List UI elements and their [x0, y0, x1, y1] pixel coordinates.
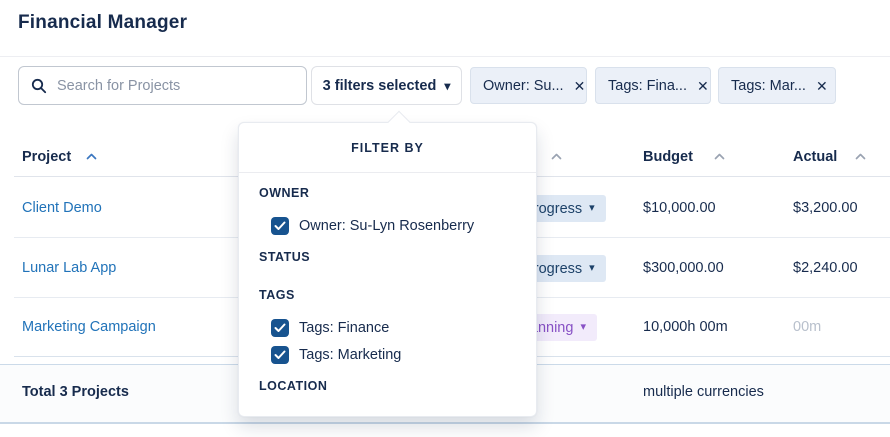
- filter-chip-label: Owner: Su...: [483, 78, 564, 94]
- chevron-down-icon: ▾: [589, 203, 595, 214]
- chevron-down-icon: ▾: [444, 80, 450, 92]
- filters-selected-button[interactable]: 3 filters selected ▾: [311, 66, 462, 105]
- checkbox-checked-icon[interactable]: [271, 346, 289, 364]
- filter-option-owner[interactable]: Owner: Su-Lyn Rosenberry: [271, 216, 474, 236]
- project-link[interactable]: Lunar Lab App: [22, 260, 116, 276]
- filter-option-tags-marketing[interactable]: Tags: Marketing: [271, 345, 401, 365]
- close-icon[interactable]: ✕: [574, 79, 586, 93]
- table-bottom-border: [0, 422, 890, 424]
- filter-option-label: Tags: Finance: [299, 320, 389, 336]
- sort-icon[interactable]: [714, 153, 725, 160]
- filter-chip-tags-finance[interactable]: Tags: Fina... ✕: [595, 67, 711, 104]
- checkbox-checked-icon[interactable]: [271, 319, 289, 337]
- actual-value: $2,240.00: [793, 260, 858, 276]
- actual-value: 00m: [793, 319, 821, 335]
- filter-option-label: Owner: Su-Lyn Rosenberry: [299, 218, 474, 234]
- checkbox-checked-icon[interactable]: [271, 217, 289, 235]
- budget-value: 10,000h 00m: [643, 319, 728, 335]
- header-divider: [0, 56, 890, 57]
- close-icon[interactable]: ✕: [697, 79, 709, 93]
- section-label-tags: TAGS: [259, 288, 295, 302]
- column-header-actual[interactable]: Actual: [793, 149, 837, 165]
- budget-value: $10,000.00: [643, 200, 716, 216]
- filter-chip-owner[interactable]: Owner: Su... ✕: [470, 67, 587, 104]
- sort-asc-icon[interactable]: [86, 153, 97, 160]
- close-icon[interactable]: ✕: [816, 79, 828, 93]
- filter-chip-label: Tags: Mar...: [731, 78, 806, 94]
- filters-selected-label: 3 filters selected: [323, 78, 437, 94]
- chevron-down-icon: ▾: [589, 263, 595, 274]
- actual-value: $3,200.00: [793, 200, 858, 216]
- section-label-status: STATUS: [259, 250, 310, 264]
- filter-panel-title: FILTER BY: [239, 123, 536, 173]
- filter-option-label: Tags: Marketing: [299, 347, 401, 363]
- filter-chip-tags-marketing[interactable]: Tags: Mar... ✕: [718, 67, 836, 104]
- filter-dropdown-panel: FILTER BY OWNER Owner: Su-Lyn Rosenberry…: [238, 122, 537, 417]
- sort-icon[interactable]: [855, 153, 866, 160]
- search-box[interactable]: [18, 66, 307, 105]
- budget-value: $300,000.00: [643, 260, 724, 276]
- chevron-down-icon: ▾: [580, 322, 586, 333]
- search-icon: [31, 78, 47, 94]
- column-header-budget[interactable]: Budget: [643, 149, 693, 165]
- page-title: Financial Manager: [18, 12, 187, 34]
- section-label-location: LOCATION: [259, 379, 327, 393]
- project-link[interactable]: Marketing Campaign: [22, 319, 156, 335]
- sort-icon[interactable]: [551, 153, 562, 160]
- total-projects-label: Total 3 Projects: [22, 384, 129, 400]
- section-label-owner: OWNER: [259, 186, 309, 200]
- project-link[interactable]: Client Demo: [22, 200, 102, 216]
- column-header-project[interactable]: Project: [22, 149, 71, 165]
- filter-option-tags-finance[interactable]: Tags: Finance: [271, 318, 389, 338]
- filter-chip-label: Tags: Fina...: [608, 78, 687, 94]
- budget-summary: multiple currencies: [643, 384, 764, 400]
- search-input[interactable]: [57, 78, 294, 94]
- financial-manager-page: Financial Manager 3 filters selected ▾ O…: [0, 0, 890, 437]
